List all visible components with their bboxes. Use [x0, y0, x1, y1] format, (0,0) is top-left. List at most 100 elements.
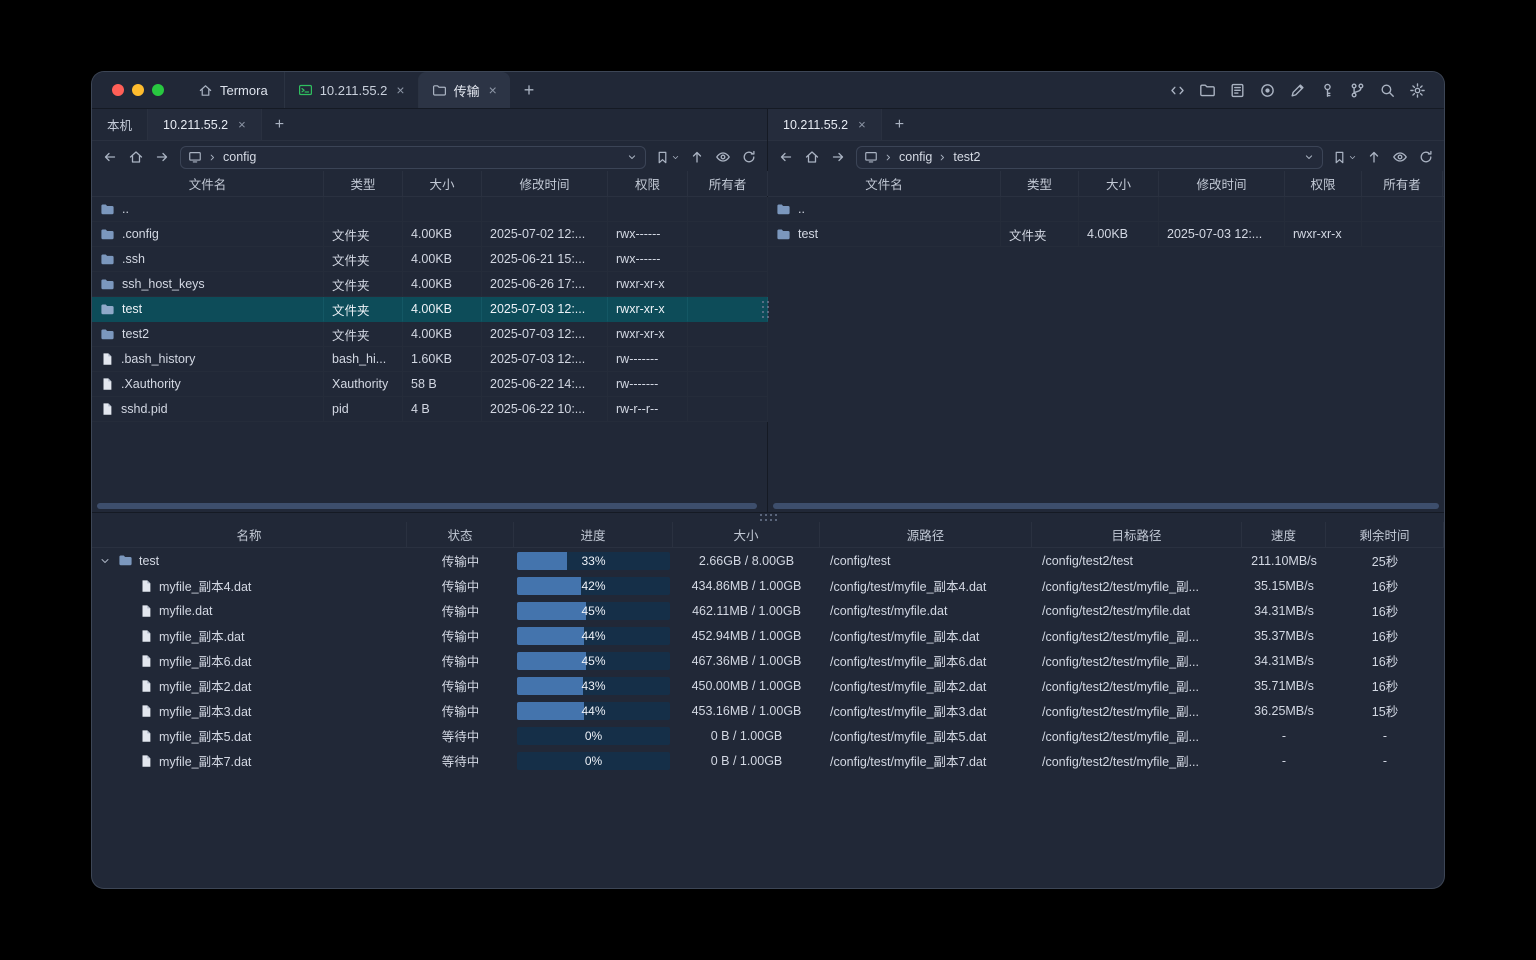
home-icon[interactable]: [124, 146, 148, 168]
close-window-button[interactable]: [112, 84, 124, 96]
breadcrumb-segment[interactable]: test2: [953, 150, 980, 164]
transfer-splitter[interactable]: [92, 513, 1444, 522]
computer-icon: [188, 150, 202, 164]
tab-remote-host[interactable]: 10.211.55.2 ×: [148, 109, 262, 140]
file-row[interactable]: ..: [92, 197, 767, 222]
column-header[interactable]: 进度: [514, 522, 673, 547]
folder-icon: [100, 227, 115, 242]
column-header[interactable]: 大小: [1079, 171, 1159, 196]
horizontal-scrollbar[interactable]: [97, 503, 757, 509]
forward-icon[interactable]: [150, 146, 174, 168]
close-tab-icon[interactable]: ×: [858, 117, 866, 132]
column-header[interactable]: 修改时间: [482, 171, 608, 196]
file-row[interactable]: .Xauthority Xauthority58 B2025-06-22 14:…: [92, 372, 767, 397]
show-hidden-eye-icon[interactable]: [1388, 146, 1412, 168]
transfer-row[interactable]: myfile.dat 传输中 45% 462.11MB / 1.00GB /co…: [92, 598, 1444, 623]
show-hidden-eye-icon[interactable]: [711, 146, 735, 168]
file-row[interactable]: ssh_host_keys 文件夹4.00KB2025-06-26 17:...…: [92, 272, 767, 297]
zoom-window-button[interactable]: [152, 84, 164, 96]
transfer-panel: 名称 状态 进度 大小 源路径 目标路径 速度 剩余时间 test 传输中 33…: [92, 522, 1444, 888]
file-row[interactable]: test 文件夹4.00KB2025-07-03 12:...rwxr-xr-x: [768, 222, 1444, 247]
file-row-selected[interactable]: test 文件夹4.00KB2025-07-03 12:...rwxr-xr-x: [92, 297, 767, 322]
file-icon: [139, 679, 153, 693]
transfer-row[interactable]: test 传输中 33% 2.66GB / 8.00GB /config/tes…: [92, 548, 1444, 573]
column-header[interactable]: 剩余时间: [1326, 522, 1444, 547]
column-header[interactable]: 所有者: [1362, 171, 1443, 196]
search-icon[interactable]: [1377, 80, 1398, 101]
transfer-row[interactable]: myfile_副本6.dat 传输中 45% 467.36MB / 1.00GB…: [92, 648, 1444, 673]
panel-splitter-grip[interactable]: [762, 301, 769, 318]
file-row[interactable]: .ssh 文件夹4.00KB2025-06-21 15:...rwx------: [92, 247, 767, 272]
chevron-down-icon[interactable]: [1303, 151, 1315, 163]
column-header[interactable]: 文件名: [768, 171, 1001, 196]
column-header[interactable]: 大小: [403, 171, 482, 196]
minimize-window-button[interactable]: [132, 84, 144, 96]
back-icon[interactable]: [774, 146, 798, 168]
column-header[interactable]: 所有者: [688, 171, 768, 196]
progress-bar: 45%: [517, 602, 670, 620]
refresh-icon[interactable]: [737, 146, 761, 168]
breadcrumb-segment[interactable]: config: [899, 150, 932, 164]
app-menu-button[interactable]: Termora: [182, 72, 284, 108]
horizontal-scrollbar[interactable]: [773, 503, 1439, 509]
up-directory-icon[interactable]: [685, 146, 709, 168]
folder-icon[interactable]: [1197, 80, 1218, 101]
column-header[interactable]: 权限: [608, 171, 688, 196]
branch-icon[interactable]: [1347, 80, 1368, 101]
transfer-row[interactable]: myfile_副本7.dat 等待中 0% 0 B / 1.00GB /conf…: [92, 748, 1444, 773]
splitter-grip[interactable]: [760, 514, 777, 521]
right-breadcrumb[interactable]: config test2: [856, 146, 1323, 169]
record-icon[interactable]: [1257, 80, 1278, 101]
app-title: Termora: [220, 83, 268, 98]
column-header[interactable]: 速度: [1242, 522, 1326, 547]
left-breadcrumb[interactable]: config: [180, 146, 646, 169]
back-icon[interactable]: [98, 146, 122, 168]
close-tab-icon[interactable]: ×: [396, 83, 404, 97]
chevron-down-icon[interactable]: [626, 151, 638, 163]
log-icon[interactable]: [1227, 80, 1248, 101]
up-directory-icon[interactable]: [1362, 146, 1386, 168]
column-header[interactable]: 状态: [407, 522, 514, 547]
column-header[interactable]: 类型: [1001, 171, 1079, 196]
column-header[interactable]: 文件名: [92, 171, 324, 196]
forward-icon[interactable]: [826, 146, 850, 168]
column-header[interactable]: 权限: [1285, 171, 1362, 196]
transfer-row[interactable]: myfile_副本2.dat 传输中 43% 450.00MB / 1.00GB…: [92, 673, 1444, 698]
settings-icon[interactable]: [1407, 80, 1428, 101]
column-header[interactable]: 类型: [324, 171, 403, 196]
close-tab-icon[interactable]: ×: [489, 83, 497, 97]
new-file-tab-button[interactable]: +: [882, 109, 917, 140]
bookmark-button[interactable]: [1329, 150, 1360, 165]
bookmark-button[interactable]: [652, 150, 683, 165]
titlebar-toolbar: [1167, 72, 1444, 108]
transfer-row[interactable]: myfile_副本5.dat 等待中 0% 0 B / 1.00GB /conf…: [92, 723, 1444, 748]
column-header[interactable]: 目标路径: [1032, 522, 1242, 547]
close-tab-icon[interactable]: ×: [238, 117, 246, 132]
edit-icon[interactable]: [1287, 80, 1308, 101]
transfer-row[interactable]: myfile_副本3.dat 传输中 44% 453.16MB / 1.00GB…: [92, 698, 1444, 723]
key-icon[interactable]: [1317, 80, 1338, 101]
file-row[interactable]: .bash_history bash_hi...1.60KB2025-07-03…: [92, 347, 767, 372]
column-header[interactable]: 源路径: [820, 522, 1032, 547]
titlebar-tab-host[interactable]: 10.211.55.2 ×: [284, 72, 418, 108]
titlebar-tab-transfer[interactable]: 传输 ×: [418, 72, 510, 108]
breadcrumb-segment[interactable]: config: [223, 150, 256, 164]
code-icon[interactable]: [1167, 80, 1188, 101]
file-row[interactable]: ..: [768, 197, 1444, 222]
transfer-row[interactable]: myfile_副本.dat 传输中 44% 452.94MB / 1.00GB …: [92, 623, 1444, 648]
tab-local[interactable]: 本机: [92, 109, 148, 140]
new-tab-button[interactable]: +: [510, 72, 549, 108]
column-header[interactable]: 修改时间: [1159, 171, 1285, 196]
home-icon[interactable]: [800, 146, 824, 168]
expand-chevron-icon[interactable]: [98, 555, 112, 567]
column-header[interactable]: 大小: [673, 522, 820, 547]
chevron-right-icon: [207, 152, 218, 163]
file-row[interactable]: test2 文件夹4.00KB2025-07-03 12:...rwxr-xr-…: [92, 322, 767, 347]
tab-remote-host[interactable]: 10.211.55.2 ×: [768, 109, 882, 140]
file-row[interactable]: .config 文件夹4.00KB2025-07-02 12:...rwx---…: [92, 222, 767, 247]
refresh-icon[interactable]: [1414, 146, 1438, 168]
column-header[interactable]: 名称: [92, 522, 407, 547]
file-row[interactable]: sshd.pid pid4 B2025-06-22 10:...rw-r--r-…: [92, 397, 767, 422]
transfer-row[interactable]: myfile_副本4.dat 传输中 42% 434.86MB / 1.00GB…: [92, 573, 1444, 598]
new-file-tab-button[interactable]: +: [262, 109, 297, 140]
